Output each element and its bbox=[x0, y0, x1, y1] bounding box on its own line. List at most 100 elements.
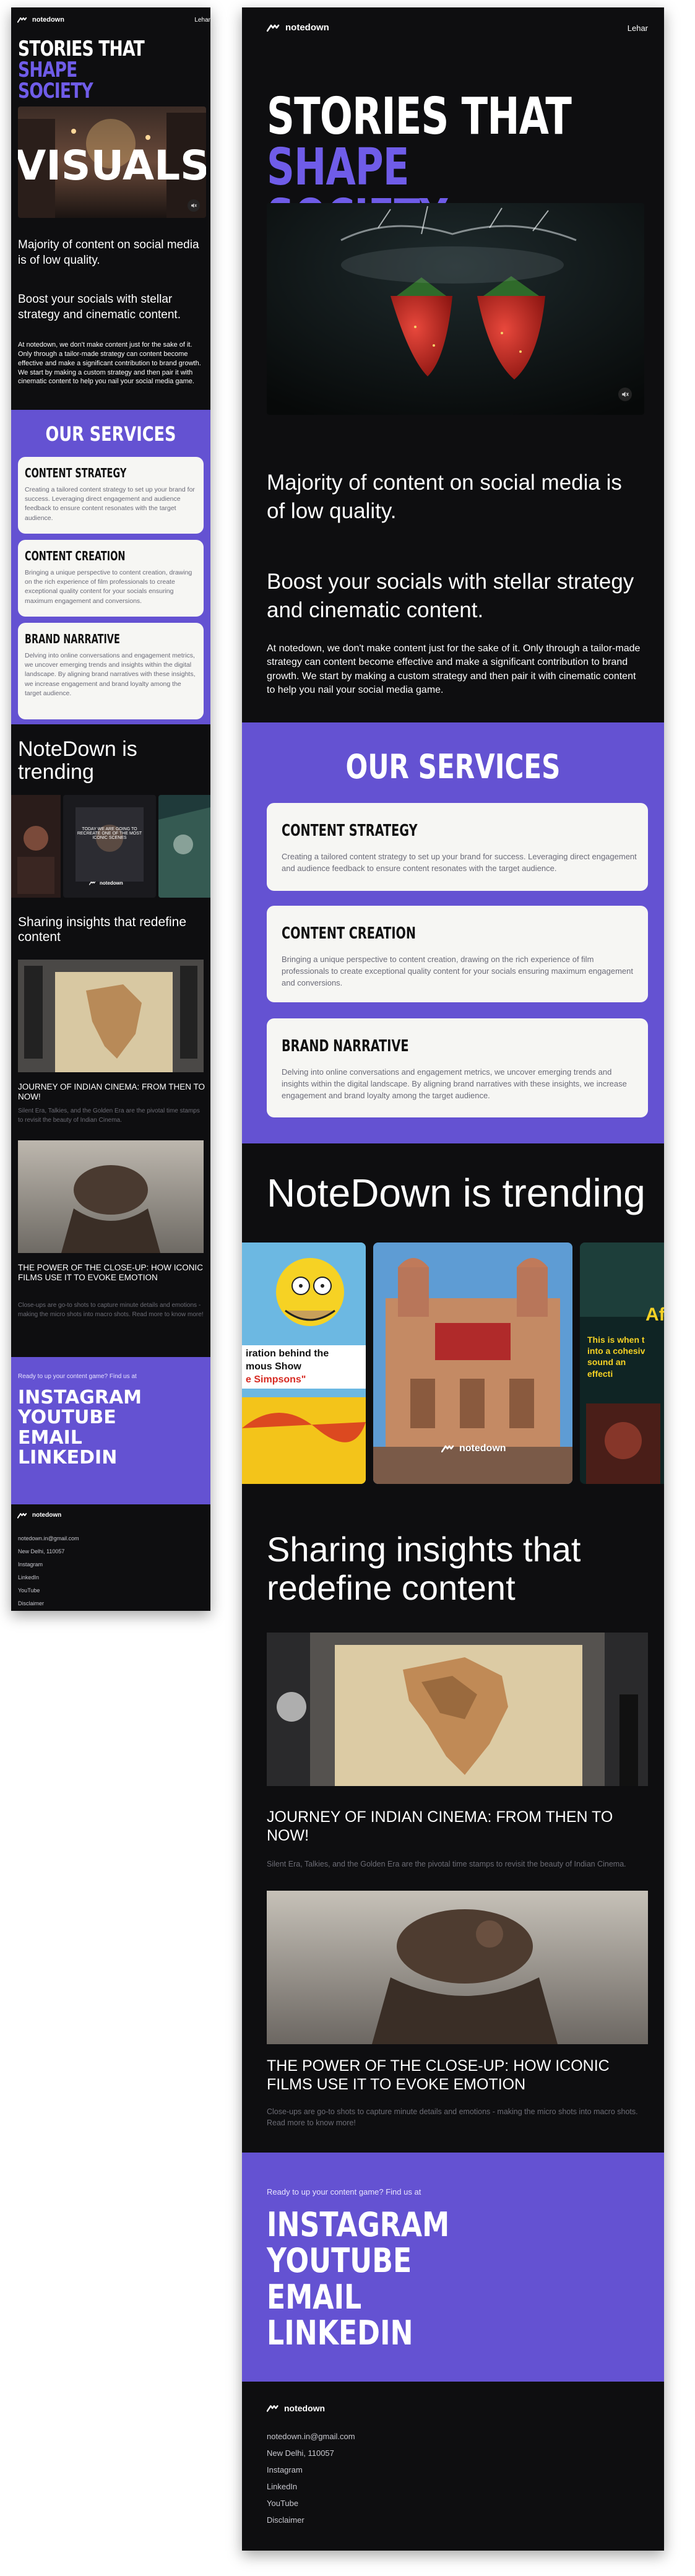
blog-image-closeup[interactable] bbox=[267, 1891, 648, 2044]
reel-watermark: notedown bbox=[441, 1443, 506, 1454]
service-card: CONTENT CREATION Bringing a unique persp… bbox=[267, 906, 648, 1002]
instagram-link[interactable]: INSTAGRAM bbox=[267, 2206, 449, 2243]
nav-link[interactable]: Lehar bbox=[628, 24, 648, 33]
reel-thumbnail[interactable]: TODAY WE ARE GOING TO RECREATE ONE OF TH… bbox=[63, 795, 156, 898]
cta-section: Ready to up your content game? Find us a… bbox=[242, 2153, 664, 2382]
footer-logo-row: notedown bbox=[11, 1512, 210, 1524]
trending-title: NoteDown is trending bbox=[267, 1171, 645, 1215]
reel-caption-word: Af bbox=[645, 1304, 664, 1325]
notedown-logo-icon bbox=[267, 24, 282, 32]
hero-title: STORIES THAT SHAPE SOCIETY bbox=[18, 37, 145, 103]
reel-caption: iration behind the mous Show e Simpsons" bbox=[242, 1345, 366, 1389]
intro-headline-1: Majority of content on social media is o… bbox=[18, 238, 199, 267]
blog-title[interactable]: JOURNEY OF INDIAN CINEMA: FROM THEN TO N… bbox=[267, 1808, 650, 1845]
service-card: CONTENT CREATION Bringing a unique persp… bbox=[18, 540, 204, 617]
email-link[interactable]: EMAIL bbox=[267, 2279, 449, 2315]
cta-links: INSTAGRAM YOUTUBE EMAIL LINKEDIN bbox=[267, 2206, 490, 2351]
footer-address: New Delhi, 110057 bbox=[267, 2448, 334, 2458]
blog-image-map[interactable] bbox=[18, 960, 204, 1072]
service-card: CONTENT STRATEGY Creating a tailored con… bbox=[18, 457, 204, 534]
blog-image-closeup[interactable] bbox=[18, 1140, 204, 1253]
service-card: BRAND NARRATIVE Delving into online conv… bbox=[267, 1018, 648, 1117]
footer-address: New Delhi, 110057 bbox=[18, 1548, 65, 1555]
youtube-link[interactable]: YOUTUBE bbox=[267, 2242, 449, 2279]
intro-headline-2: Boost your socials with stellar strategy… bbox=[18, 293, 181, 321]
brand-logo[interactable]: notedown bbox=[17, 16, 64, 24]
blog-desc: Silent Era, Talkies, and the Golden Era … bbox=[18, 1108, 200, 1124]
blog-title[interactable]: JOURNEY OF INDIAN CINEMA: FROM THEN TO N… bbox=[18, 1082, 207, 1102]
footer-email[interactable]: notedown.in@gmail.com bbox=[18, 1532, 79, 1545]
email-link[interactable]: EMAIL bbox=[18, 1428, 142, 1448]
footer-disclaimer[interactable]: Disclaimer bbox=[267, 2512, 355, 2528]
brand-name: notedown bbox=[285, 22, 329, 33]
footer-instagram[interactable]: Instagram bbox=[18, 1558, 79, 1571]
linkedin-link[interactable]: LINKEDIN bbox=[267, 2315, 449, 2351]
reel-thumbnail[interactable]: notedown bbox=[373, 1242, 572, 1484]
blog-desc: Silent Era, Talkies, and the Golden Era … bbox=[267, 1860, 626, 1868]
reel-thumbnail[interactable] bbox=[11, 795, 61, 898]
intro-headline-2: Boost your socials with stellar strategy… bbox=[267, 570, 634, 622]
footer-youtube[interactable]: YouTube bbox=[267, 2495, 355, 2512]
notedown-logo-icon bbox=[17, 17, 28, 23]
intro-body: At notedown, we don't make content just … bbox=[18, 341, 201, 386]
service-desc: Creating a tailored content strategy to … bbox=[282, 852, 637, 873]
notedown-logo-icon bbox=[17, 1512, 28, 1519]
service-desc: Bringing a unique perspective to content… bbox=[282, 955, 633, 987]
service-title: BRAND NARRATIVE bbox=[282, 1037, 409, 1056]
service-title: CONTENT CREATION bbox=[282, 924, 416, 943]
cta-section: Ready to up your content game? Find us a… bbox=[11, 1357, 210, 1504]
mobile-preview: notedown Lehar STORIES THAT SHAPE SOCIET… bbox=[11, 7, 210, 1611]
services-title: OUR SERVICES bbox=[345, 747, 561, 786]
trending-title: NoteDown is trending bbox=[18, 737, 137, 784]
city-street-image: VISUALS bbox=[18, 106, 206, 218]
reel-thumbnail[interactable] bbox=[158, 795, 210, 898]
footer-email[interactable]: notedown.in@gmail.com bbox=[267, 2428, 355, 2445]
insights-title: Sharing insights that redefine content bbox=[267, 1530, 581, 1607]
blog-title[interactable]: THE POWER OF THE CLOSE-UP: HOW ICONIC FI… bbox=[18, 1263, 207, 1283]
blog-desc: Close-ups are go-to shots to capture min… bbox=[267, 2107, 638, 2128]
footer-instagram[interactable]: Instagram bbox=[267, 2461, 355, 2478]
footer-logo[interactable]: notedown bbox=[17, 1512, 61, 1519]
footer-linkedin[interactable]: LinkedIn bbox=[267, 2478, 355, 2495]
india-map-image bbox=[267, 1633, 648, 1786]
strawberry-splash-image bbox=[267, 203, 644, 415]
nav-link[interactable]: Lehar bbox=[194, 17, 210, 24]
footer-youtube[interactable]: YouTube bbox=[18, 1584, 79, 1597]
footer-logo-row: notedown bbox=[242, 2403, 664, 2418]
reel-thumbnail[interactable]: Af This is when t into a cohesiv sound a… bbox=[580, 1242, 664, 1484]
brand-logo[interactable]: notedown bbox=[267, 22, 329, 33]
intro-headline-1: Majority of content on social media is o… bbox=[267, 471, 622, 523]
service-title: BRAND NARRATIVE bbox=[25, 631, 120, 646]
services-title: OUR SERVICES bbox=[45, 422, 176, 446]
footer-linkedin[interactable]: LinkedIn bbox=[18, 1571, 79, 1584]
footer-links: notedown.in@gmail.com New Delhi, 110057 … bbox=[18, 1532, 79, 1610]
cta-links: INSTAGRAM YOUTUBE EMAIL LINKEDIN bbox=[18, 1387, 142, 1468]
youtube-link[interactable]: YOUTUBE bbox=[18, 1407, 142, 1428]
notedown-logo-icon bbox=[441, 1445, 456, 1452]
service-desc: Creating a tailored content strategy to … bbox=[25, 486, 195, 522]
closeup-image bbox=[267, 1891, 648, 2044]
intro-body: At notedown, we don't make content just … bbox=[267, 643, 641, 696]
mute-icon[interactable] bbox=[188, 199, 200, 212]
brand-name: notedown bbox=[32, 16, 64, 24]
cta-prompt: Ready to up your content game? Find us a… bbox=[267, 2187, 421, 2197]
service-desc: Delving into online conversations and en… bbox=[25, 652, 196, 697]
service-desc: Delving into online conversations and en… bbox=[282, 1067, 627, 1100]
instagram-link[interactable]: INSTAGRAM bbox=[18, 1387, 142, 1408]
hero-visual: VISUALS bbox=[18, 106, 206, 218]
top-nav: notedown Lehar bbox=[242, 7, 664, 45]
reel-thumbnail[interactable]: iration behind the mous Show e Simpsons" bbox=[242, 1242, 366, 1484]
visuals-word: VISUALS bbox=[18, 142, 206, 189]
blog-desc: Close-ups are go-to shots to capture min… bbox=[18, 1302, 204, 1318]
service-card: CONTENT STRATEGY Creating a tailored con… bbox=[267, 803, 648, 891]
linkedin-link[interactable]: LINKEDIN bbox=[18, 1447, 142, 1468]
service-title: CONTENT STRATEGY bbox=[282, 822, 418, 840]
notedown-logo-icon bbox=[89, 881, 97, 885]
footer-logo[interactable]: notedown bbox=[267, 2403, 325, 2413]
blog-image-map[interactable] bbox=[267, 1633, 648, 1786]
blog-title[interactable]: THE POWER OF THE CLOSE-UP: HOW ICONIC FI… bbox=[267, 2057, 650, 2094]
service-title: CONTENT STRATEGY bbox=[25, 466, 127, 480]
tablet-preview: notedown Lehar STORIES THAT SHAPE SOCIET… bbox=[242, 7, 664, 2551]
footer-disclaimer[interactable]: Disclaimer bbox=[18, 1597, 79, 1610]
mute-icon[interactable] bbox=[618, 388, 632, 401]
